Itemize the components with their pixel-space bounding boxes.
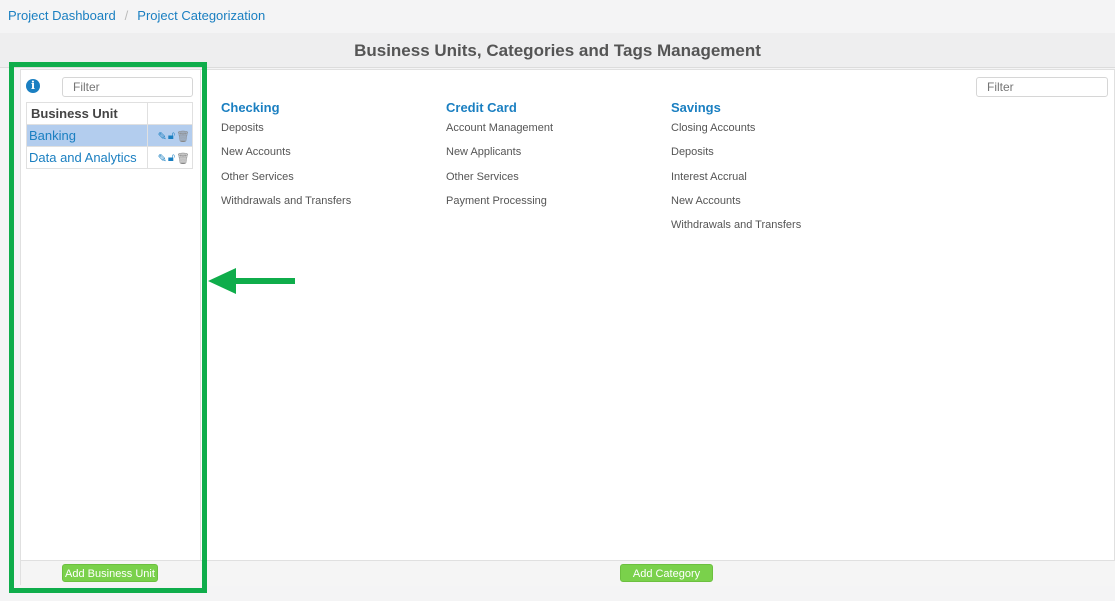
add-category-button[interactable]: Add Category bbox=[620, 564, 713, 582]
breadcrumb-project-dashboard[interactable]: Project Dashboard bbox=[8, 8, 116, 23]
business-unit-panel: i Business Unit Banking ✎🔓︎🗑︎ Data and A… bbox=[21, 70, 201, 586]
unlock-icon[interactable]: 🔓︎ bbox=[168, 152, 175, 165]
title-bar: Business Units, Categories and Tags Mana… bbox=[0, 33, 1115, 68]
trash-icon[interactable]: 🗑︎ bbox=[176, 152, 190, 165]
tag-item[interactable]: Closing Accounts bbox=[671, 121, 891, 145]
row-actions: ✎🔓︎🗑︎ bbox=[147, 146, 193, 169]
business-unit-name[interactable]: Banking bbox=[26, 124, 148, 147]
breadcrumb: Project Dashboard / Project Categorization bbox=[0, 0, 1115, 32]
tag-item[interactable]: Payment Processing bbox=[446, 194, 666, 218]
category-title[interactable]: Credit Card bbox=[446, 100, 666, 115]
arrow-left-icon bbox=[208, 268, 295, 294]
unlock-icon[interactable]: 🔓︎ bbox=[168, 130, 175, 143]
tag-item[interactable]: Interest Accrual bbox=[671, 170, 891, 194]
main-panel: i Business Unit Banking ✎🔓︎🗑︎ Data and A… bbox=[20, 69, 1115, 586]
tag-item[interactable]: Other Services bbox=[221, 170, 441, 194]
business-unit-row-data-and-analytics[interactable]: Data and Analytics ✎🔓︎🗑︎ bbox=[26, 146, 193, 169]
category-title[interactable]: Checking bbox=[221, 100, 441, 115]
tag-item[interactable]: Account Management bbox=[446, 121, 666, 145]
tag-item[interactable]: Deposits bbox=[671, 145, 891, 169]
page-title: Business Units, Categories and Tags Mana… bbox=[354, 41, 761, 60]
breadcrumb-project-categorization[interactable]: Project Categorization bbox=[137, 8, 265, 23]
business-unit-column-header: Business Unit bbox=[26, 102, 148, 125]
breadcrumb-separator: / bbox=[124, 8, 129, 23]
business-unit-name[interactable]: Data and Analytics bbox=[26, 146, 148, 169]
category-column-savings: Savings Closing Accounts Deposits Intere… bbox=[671, 100, 891, 242]
row-actions: ✎🔓︎🗑︎ bbox=[147, 124, 193, 147]
category-column-checking: Checking Deposits New Accounts Other Ser… bbox=[221, 100, 441, 218]
tag-item[interactable]: New Accounts bbox=[221, 145, 441, 169]
business-unit-filter-input[interactable] bbox=[62, 77, 193, 97]
tag-item[interactable]: Withdrawals and Transfers bbox=[221, 194, 441, 218]
actions-column-header bbox=[147, 102, 193, 125]
category-filter-input[interactable] bbox=[976, 77, 1108, 97]
tag-item[interactable]: Withdrawals and Transfers bbox=[671, 218, 891, 242]
tag-item[interactable]: Deposits bbox=[221, 121, 441, 145]
business-unit-table: Business Unit Banking ✎🔓︎🗑︎ Data and Ana… bbox=[26, 102, 193, 169]
tag-item[interactable]: New Accounts bbox=[671, 194, 891, 218]
tag-item[interactable]: Other Services bbox=[446, 170, 666, 194]
category-title[interactable]: Savings bbox=[671, 100, 891, 115]
panel-footer: Add Business Unit Add Category bbox=[21, 560, 1115, 586]
business-unit-row-banking[interactable]: Banking ✎🔓︎🗑︎ bbox=[26, 124, 193, 147]
tag-item[interactable]: New Applicants bbox=[446, 145, 666, 169]
add-business-unit-button[interactable]: Add Business Unit bbox=[62, 564, 158, 582]
category-column-credit-card: Credit Card Account Management New Appli… bbox=[446, 100, 666, 218]
pencil-icon[interactable]: ✎ bbox=[158, 130, 167, 143]
info-circle-icon[interactable]: i bbox=[26, 79, 40, 93]
pencil-icon[interactable]: ✎ bbox=[158, 152, 167, 165]
trash-icon[interactable]: 🗑︎ bbox=[176, 130, 190, 143]
